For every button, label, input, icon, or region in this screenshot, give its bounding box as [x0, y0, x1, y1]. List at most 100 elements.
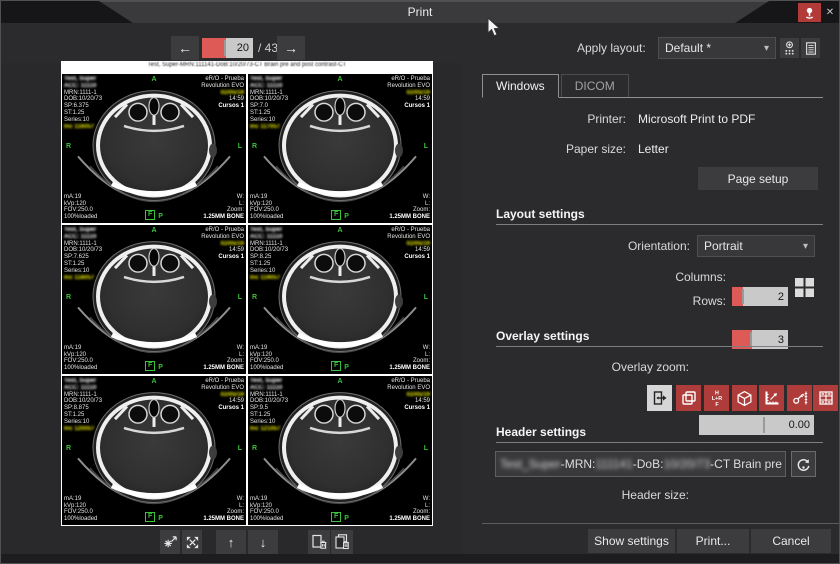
orientation-marker-bottom: F P [62, 361, 246, 371]
preview-cell[interactable]: Test, Super ACC: 11110 MRN:1111-1 DOB:10… [62, 376, 246, 525]
orientation-marker-bottom: F P [248, 361, 432, 371]
printer-value: Microsoft Print to PDF [638, 112, 755, 126]
overlay-kvp: kVp:120 [64, 352, 97, 359]
toggle-image-overlays-button[interactable] [676, 385, 701, 411]
arrow-up-icon: ↑ [228, 535, 235, 550]
preview-cell[interactable]: Test, Super ACC: 11110 MRN:1111-1 DOB:10… [248, 74, 432, 223]
delete-page-icon [311, 534, 327, 550]
overlay-slice-position: SP:6.375 [64, 103, 102, 110]
layout-list-icon [804, 41, 818, 56]
print-button[interactable]: Print... [677, 529, 749, 553]
orientation-marker-anterior: A [62, 227, 246, 234]
rows-label-row: Rows: [482, 291, 726, 310]
orientation-label-row: Orientation: [482, 235, 690, 257]
overlay-series: Series:10 [250, 419, 288, 426]
overlay-position-button[interactable] [647, 385, 672, 411]
overlay-zoom-handle[interactable] [763, 417, 765, 433]
footer-divider [482, 523, 840, 524]
overlay-series: Series:10 [250, 117, 288, 124]
orientation-marker-posterior: P [344, 364, 349, 371]
apply-layout-select[interactable]: Default * ▾ [658, 37, 776, 59]
page-number-slider[interactable]: 20 [202, 38, 253, 58]
save-layout-button[interactable] [780, 38, 799, 58]
tab-dicom[interactable]: DICOM [561, 74, 629, 97]
preview-cell[interactable]: Test, Super ACC: 11110 MRN:1111-1 DOB:10… [62, 225, 246, 374]
overlay-top-left: Test, Super ACC: 11110 MRN:1111-1 DOB:10… [64, 76, 102, 130]
overlay-scanner: Revolution EVO [387, 385, 430, 392]
orientation-marker-feet: F [145, 361, 155, 371]
overlay-instance: Inc 120057 [64, 426, 102, 433]
overlay-top-left: Test, Super ACC: 11110 MRN:1111-1 DOB:10… [250, 378, 288, 432]
paper-size-value: Letter [638, 142, 669, 156]
fit-to-window-button[interactable] [182, 530, 202, 554]
page-setup-button[interactable]: Page setup [698, 167, 818, 190]
overlay-top-left: Test, Super ACC: 11110 MRN:1111-1 DOB:10… [250, 76, 288, 130]
show-settings-button[interactable]: Show settings [588, 529, 675, 553]
arrow-down-icon: ↓ [260, 535, 267, 550]
close-button[interactable]: ✕ [822, 3, 838, 22]
overlay-study-time: 14:59 [201, 96, 244, 103]
header-text-field[interactable]: Test_Super-MRN:111141-DoB:10/20/73-CT Br… [495, 451, 786, 477]
overlay-mrn: MRN:1111-1 [64, 241, 102, 248]
toggle-orientation-labels-button[interactable]: H L+R F [704, 385, 729, 411]
overlay-study-date: 02/05/19 [387, 392, 430, 399]
print-dialog: Print ✕ ← 20 / 43 → Apply layout: Defaul… [0, 0, 840, 564]
header-settings-title: Header settings [496, 425, 586, 439]
orientation-marker-right: R [66, 294, 71, 301]
preview-cell[interactable]: Test, Super ACC: 11110 MRN:1111-1 DOB:10… [248, 376, 432, 525]
next-page-button[interactable]: → [277, 36, 305, 60]
cancel-button[interactable]: Cancel [751, 529, 831, 553]
reset-header-button[interactable] [791, 451, 816, 477]
titlebar[interactable]: Print ✕ [1, 1, 839, 23]
arrow-left-icon: ← [178, 40, 192, 56]
printer-label: Printer: [482, 112, 626, 126]
orientation-marker-left: L [424, 294, 428, 301]
orientation-marker-feet: F [145, 512, 155, 522]
orientation-marker-posterior: P [158, 515, 163, 522]
columns-slider[interactable]: 2 [732, 287, 788, 306]
toggle-orientation-cube-button[interactable] [732, 385, 757, 411]
user-pin-button[interactable] [798, 3, 821, 22]
overlay-slice-thickness: ST:1.25 [64, 261, 102, 268]
columns-slider-handle[interactable] [742, 289, 744, 304]
tab-windows[interactable]: Windows [482, 74, 559, 98]
move-page-up-button[interactable]: ↑ [216, 530, 246, 554]
delete-page-button[interactable] [308, 530, 330, 554]
toggle-ruler-button[interactable] [759, 385, 784, 411]
overlay-ma: mA:19 [64, 496, 97, 503]
orientation-marker-right: R [252, 143, 257, 150]
overlay-study-time: 14:59 [387, 398, 430, 405]
prev-page-button[interactable]: ← [171, 36, 199, 60]
preview-cell[interactable]: Test, Super ACC: 11110 MRN:1111-1 DOB:10… [62, 74, 246, 223]
delete-all-pages-button[interactable] [331, 530, 353, 554]
orientation-marker-left: L [238, 143, 242, 150]
rows-slider-handle[interactable] [750, 332, 752, 347]
overlay-top-left: Test, Super ACC: 11110 MRN:1111-1 DOB:10… [64, 378, 102, 432]
grid-layout-button[interactable] [794, 277, 815, 298]
orientation-label: Orientation: [628, 239, 690, 253]
page-slider-handle[interactable] [224, 40, 226, 56]
toggle-calibration-button[interactable] [787, 385, 812, 411]
window-title: Print [1, 5, 839, 19]
overlay-zoom-slider[interactable]: 0.00 [699, 415, 814, 435]
svg-text:F: F [715, 402, 719, 407]
header-field-mrn: 111141 [595, 457, 632, 471]
orientation-marker-bottom: F P [248, 210, 432, 220]
toggle-grid-overlay-button[interactable] [813, 385, 838, 411]
orientation-select[interactable]: Portrait ▾ [697, 235, 815, 257]
overlay-scanner: Revolution EVO [201, 234, 244, 241]
orientation-marker-left: L [424, 143, 428, 150]
windowing-button[interactable] [160, 530, 180, 554]
overlay-slice-thickness: ST:1.25 [64, 110, 102, 117]
overlay-window: W: [389, 194, 430, 201]
overlay-level: L: [203, 503, 244, 510]
overlay-slice-thickness: ST:1.25 [250, 110, 288, 117]
overlay-series: Series:10 [64, 268, 102, 275]
header-field-name: Test_Super [500, 457, 561, 471]
overlay-level: L: [203, 352, 244, 359]
layout-list-button[interactable] [801, 38, 820, 58]
preview-cell[interactable]: Test, Super ACC: 11110 MRN:1111-1 DOB:10… [248, 225, 432, 374]
move-page-down-button[interactable]: ↓ [248, 530, 278, 554]
overlay-scanner: Revolution EVO [387, 234, 430, 241]
layout-settings-title: Layout settings [496, 207, 585, 221]
